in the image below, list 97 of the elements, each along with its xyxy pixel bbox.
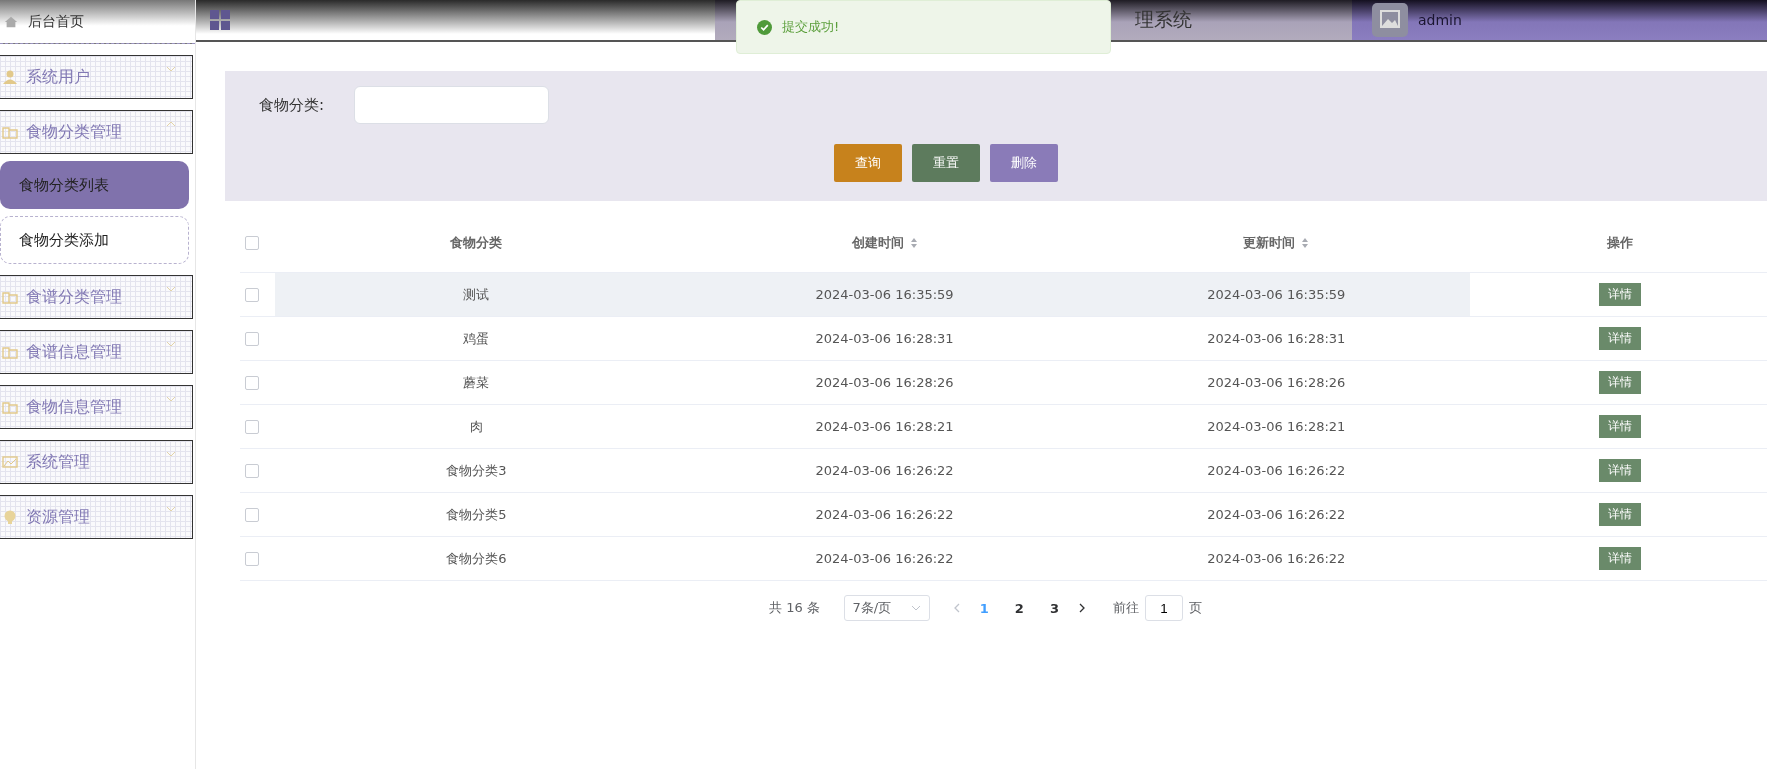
person-icon [2,69,18,85]
action-button[interactable]: 查询 [834,144,902,182]
table-cell: 测试 [463,285,490,304]
table-cell: 2024-03-06 16:28:21 [815,419,954,434]
goto-label: 前往 [1112,599,1139,617]
table-cell: 2024-03-06 16:26:22 [1207,507,1346,522]
checkbox[interactable] [245,507,259,522]
action-button[interactable]: 重置 [912,144,980,182]
submenu-item[interactable]: 食物分类添加 [0,216,189,264]
check-circle-icon [757,19,772,35]
menu-item[interactable]: 食物信息管理 [0,385,193,429]
menu-item[interactable]: 资源管理 [0,495,193,539]
chevron-icon [166,66,176,72]
menu-label: 后台首页 [28,12,84,31]
table-cell: 2024-03-06 16:28:31 [1207,331,1346,346]
username[interactable]: admin [1418,12,1462,28]
detail-button[interactable]: 详情 [1598,459,1641,482]
picture-icon [2,454,18,470]
menu-label: 食谱分类管理 [26,286,123,308]
table-cell: 2024-03-06 16:26:22 [815,551,954,566]
page-number[interactable]: 3 [1043,600,1065,616]
table-cell: 食物分类5 [446,505,507,524]
table-cell: 2024-03-06 16:35:59 [815,287,954,302]
checkbox[interactable] [245,551,259,566]
previous-icon[interactable] [953,603,960,613]
column-header: 更新时间 [1243,234,1296,252]
menu-label: 系统用户 [26,66,91,88]
next-icon[interactable] [1078,603,1085,613]
column-header: 操作 [1606,234,1633,252]
chevron-icon [166,506,176,512]
folder-icon [2,399,18,415]
menu-label: 食物分类管理 [26,121,123,143]
menu-item[interactable]: 食谱分类管理 [0,275,193,319]
chevron-icon [166,121,176,127]
table-cell: 2024-03-06 16:26:22 [815,463,954,478]
checkbox[interactable] [245,463,259,478]
checkbox[interactable] [245,375,259,390]
table-cell: 蘑菜 [463,373,490,392]
chevron-icon [166,341,176,347]
menu-label: 系统管理 [26,451,91,473]
table-cell: 食物分类6 [446,549,507,568]
menu-item[interactable]: 食谱信息管理 [0,330,193,374]
bulb-icon [2,509,18,525]
table-cell: 2024-03-06 16:28:31 [815,331,954,346]
menu-item[interactable]: 食物分类管理 [0,110,193,154]
checkbox[interactable] [245,236,259,250]
chevron-icon [166,396,176,402]
table-cell: 2024-03-06 16:26:22 [815,507,954,522]
page-number[interactable]: 1 [973,600,995,616]
page-size-select[interactable]: 7条/页 [843,595,930,621]
detail-button[interactable]: 详情 [1598,547,1641,570]
grid-icon[interactable] [210,10,230,30]
checkbox[interactable] [245,419,259,434]
column-header: 食物分类 [450,234,503,252]
folder-icon [2,344,18,360]
page-suffix: 页 [1188,599,1202,617]
table-cell: 2024-03-06 16:26:22 [1207,551,1346,566]
sort-icon[interactable] [909,237,918,249]
chevron-icon [166,451,176,457]
sort-icon[interactable] [1301,237,1310,249]
menu-item[interactable]: 系统用户 [0,55,193,99]
table-cell: 鸡蛋 [463,329,490,348]
column-header: 创建时间 [851,234,904,252]
detail-button[interactable]: 详情 [1598,327,1641,350]
detail-button[interactable]: 详情 [1598,371,1641,394]
page-number[interactable]: 2 [1008,600,1030,616]
toast-message: 提交成功! [782,18,840,36]
page-input[interactable]: 1 [1144,595,1183,621]
chevron-icon [166,286,176,292]
app-title: 理系统 [1135,7,1192,32]
detail-button[interactable]: 详情 [1598,415,1641,438]
table-cell: 2024-03-06 16:35:59 [1207,287,1346,302]
folder-icon [2,289,18,305]
table-cell: 2024-03-06 16:28:26 [1207,375,1346,390]
menu-item[interactable]: 系统管理 [0,440,193,484]
field-label: 食物分类: [259,95,325,115]
house-icon [4,14,18,29]
menu-label: 食谱信息管理 [26,341,123,363]
chevron-icon [911,605,922,611]
table-cell: 肉 [469,417,483,436]
checkbox[interactable] [245,287,259,302]
table-cell: 2024-03-06 16:28:21 [1207,419,1346,434]
table-cell: 2024-03-06 16:28:26 [815,375,954,390]
total-count: 共 16 条 [769,599,820,617]
table-cell: 食物分类3 [446,461,507,480]
detail-button[interactable]: 详情 [1598,283,1641,306]
submenu-item[interactable]: 食物分类列表 [0,161,189,209]
folder-icon [2,124,18,140]
category-input[interactable] [354,86,550,124]
avatar-icon[interactable] [1372,3,1408,37]
checkbox[interactable] [245,331,259,346]
sidebar-item[interactable]: 后台首页 [0,0,195,44]
table-cell: 2024-03-06 16:26:22 [1207,463,1346,478]
menu-label: 资源管理 [26,506,91,528]
detail-button[interactable]: 详情 [1598,503,1641,526]
action-button[interactable]: 删除 [990,144,1058,182]
menu-label: 食物信息管理 [26,396,123,418]
